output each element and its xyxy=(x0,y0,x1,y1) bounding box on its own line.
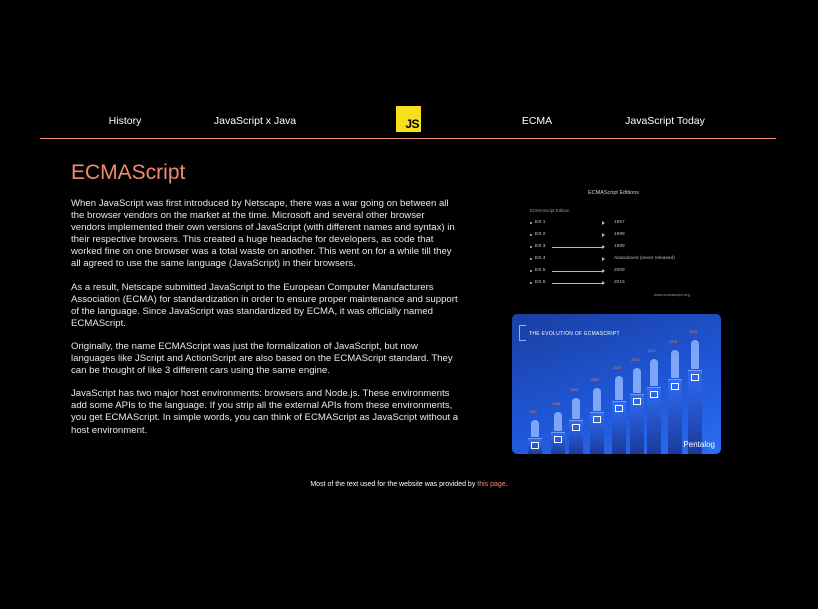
evolution-year-label: 2019 xyxy=(689,330,697,334)
evolution-year-label: 2015 xyxy=(613,366,621,370)
paragraph: Originally, the name ECMAScript was just… xyxy=(71,340,453,377)
evolution-year-label: 1997 xyxy=(529,410,537,414)
human-figure-icon xyxy=(554,412,562,431)
footer: Most of the text used for the website wa… xyxy=(0,481,818,488)
evolution-step xyxy=(569,420,583,454)
top-nav: History JavaScript x Java JS ECMA JavaSc… xyxy=(40,104,776,139)
evolution-step xyxy=(528,438,542,454)
edition-row: ES 1 1997 xyxy=(530,220,700,226)
human-figure-icon xyxy=(650,359,658,386)
footer-suffix: . xyxy=(505,481,508,488)
evolution-year-label: 2018 xyxy=(669,340,677,344)
edition-name: ES 4 xyxy=(535,256,546,261)
human-figure-icon xyxy=(531,420,539,437)
nav-link-javascript-today[interactable]: JavaScript Today xyxy=(625,115,705,127)
pentalog-logo: Pentalog xyxy=(683,440,715,449)
edition-name: ES 1 xyxy=(535,220,546,225)
edition-row: ES 3 1999 xyxy=(530,244,700,250)
paragraph: When JavaScript was first introduced by … xyxy=(71,198,455,270)
nav-link-ecma[interactable]: ECMA xyxy=(522,115,552,127)
edition-name: ES 3 xyxy=(535,244,546,249)
edition-year: 1998 xyxy=(614,232,625,237)
editions-header: ECMAScript Edition xyxy=(530,208,570,213)
evolution-step xyxy=(551,432,565,454)
edition-name: ES 5 xyxy=(535,268,546,273)
evolution-step xyxy=(590,412,604,454)
nav-link-javascript-x-java[interactable]: JavaScript x Java xyxy=(214,115,296,127)
editions-title: ECMAScript Editions xyxy=(588,190,640,196)
edition-row: ES 5 2009 xyxy=(530,268,700,274)
arrow-icon xyxy=(602,257,605,261)
edition-year: 1999 xyxy=(614,244,625,249)
nav-link-history[interactable]: History xyxy=(109,115,142,127)
human-figure-icon xyxy=(615,376,623,400)
source-link[interactable]: this page xyxy=(477,481,505,488)
human-figure-icon xyxy=(691,340,699,369)
edition-year: 2015 xyxy=(614,280,625,285)
evolution-step xyxy=(630,394,644,454)
edition-year: 2009 xyxy=(614,268,625,273)
human-figure-icon xyxy=(633,368,641,393)
arrow-icon xyxy=(602,245,605,249)
arrow-icon xyxy=(602,233,605,237)
article-body: When JavaScript was first introduced by … xyxy=(71,198,461,448)
evolution-step xyxy=(668,379,682,454)
evolution-year-label: 2016 xyxy=(631,358,639,362)
evolution-title: THE EVOLUTION OF ECMASCRIPT xyxy=(519,325,620,341)
arrow-icon xyxy=(602,281,605,285)
edition-name: ES 2 xyxy=(535,232,546,237)
arrow-icon xyxy=(602,221,605,225)
ecmascript-editions-image: ECMAScript Editions ECMAScript Edition E… xyxy=(524,186,712,298)
evolution-step xyxy=(647,387,661,454)
evolution-step xyxy=(612,401,626,454)
evolution-of-ecmascript-image: THE EVOLUTION OF ECMASCRIPT 1997 1998 19… xyxy=(512,314,721,454)
page: History JavaScript x Java JS ECMA JavaSc… xyxy=(0,0,818,609)
page-title: ECMAScript xyxy=(71,161,186,184)
edition-row: ES 6 2015 xyxy=(530,280,700,286)
human-figure-icon xyxy=(671,350,679,378)
javascript-logo-icon[interactable]: JS xyxy=(396,106,421,132)
edition-year: 1997 xyxy=(614,220,625,225)
arrow-icon xyxy=(602,269,605,273)
edition-year: Abandoned (never released) xyxy=(614,256,675,261)
edition-name: ES 6 xyxy=(535,280,546,285)
human-figure-icon xyxy=(593,388,601,411)
editions-source: www.ecmascript.org xyxy=(654,292,690,297)
evolution-year-label: 1999 xyxy=(570,388,578,392)
edition-row: ES 2 1998 xyxy=(530,232,700,238)
paragraph: As a result, Netscape submitted JavaScri… xyxy=(71,281,458,329)
evolution-year-label: 2009 xyxy=(591,378,599,382)
evolution-year-label: 1998 xyxy=(552,402,560,406)
human-figure-icon xyxy=(572,398,580,419)
paragraph: JavaScript has two major host environmen… xyxy=(71,388,459,436)
evolution-year-label: 2017 xyxy=(648,349,656,353)
footer-text: Most of the text used for the website wa… xyxy=(310,481,478,488)
edition-row: ES 4 Abandoned (never released) xyxy=(530,256,700,262)
